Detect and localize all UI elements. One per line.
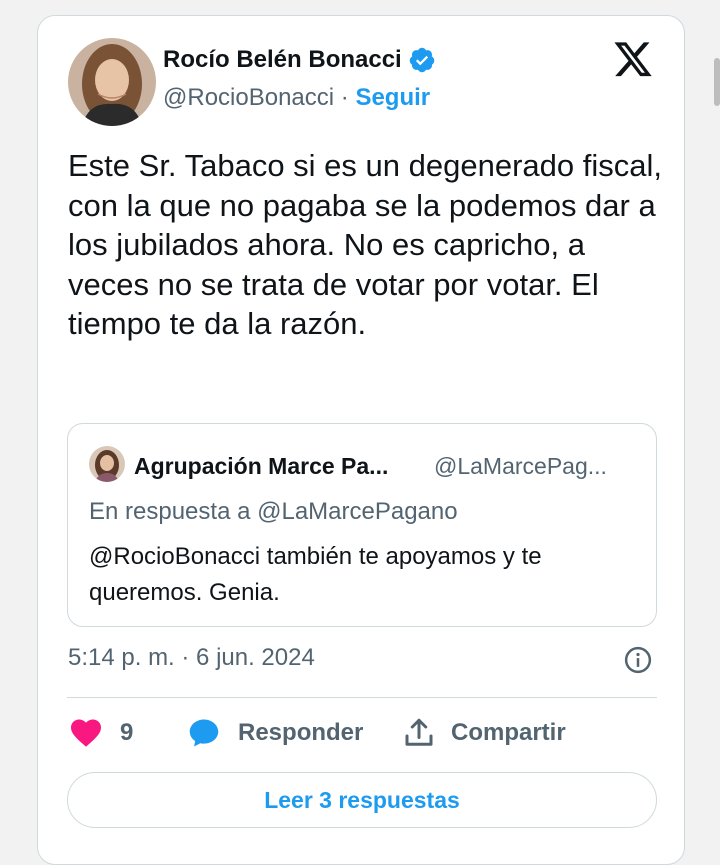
author-name[interactable]: Rocío Belén Bonacci xyxy=(163,46,402,74)
tweet-text: Este Sr. Tabaco si es un degenerado fisc… xyxy=(68,148,662,341)
quoted-author-handle[interactable]: @LaMarcePag... xyxy=(434,453,607,480)
quoted-tweet-text: @RocioBonacci también te apoyamos y te q… xyxy=(89,543,542,606)
share-label: Compartir xyxy=(451,719,566,746)
action-bar: 9 Responder Compartir xyxy=(68,712,658,754)
info-icon[interactable] xyxy=(623,645,653,675)
quoted-tweet[interactable]: Agrupación Marce Pa... @LaMarcePag... En… xyxy=(67,423,657,627)
author-avatar[interactable] xyxy=(68,38,156,126)
tweet-timestamp[interactable]: 5:14 p. m. · 6 jun. 2024 xyxy=(68,644,315,672)
share-button[interactable]: Compartir xyxy=(401,712,566,754)
x-logo-icon[interactable] xyxy=(612,42,654,80)
tweet-card: Rocío Belén Bonacci @RocioBonacci · Segu… xyxy=(37,15,685,865)
separator-dot: · xyxy=(340,84,349,111)
speech-bubble-icon xyxy=(186,715,222,751)
follow-button[interactable]: Seguir xyxy=(355,84,430,111)
verified-badge-icon xyxy=(408,46,436,74)
scrollbar[interactable] xyxy=(714,58,720,106)
quoted-avatar[interactable] xyxy=(89,446,125,482)
like-button[interactable]: 9 xyxy=(68,712,133,754)
read-replies-button[interactable]: Leer 3 respuestas xyxy=(67,772,657,828)
author-handle[interactable]: @RocioBonacci xyxy=(163,84,334,111)
divider xyxy=(67,697,657,698)
reply-label: Responder xyxy=(238,719,364,746)
quoted-reply-context: En respuesta a @LaMarcePagano xyxy=(89,498,458,525)
quoted-author-name[interactable]: Agrupación Marce Pa... xyxy=(134,453,388,480)
like-count: 9 xyxy=(120,719,134,746)
heart-icon xyxy=(68,715,104,751)
share-upload-icon xyxy=(401,715,437,751)
reply-button[interactable]: Responder xyxy=(186,712,363,754)
